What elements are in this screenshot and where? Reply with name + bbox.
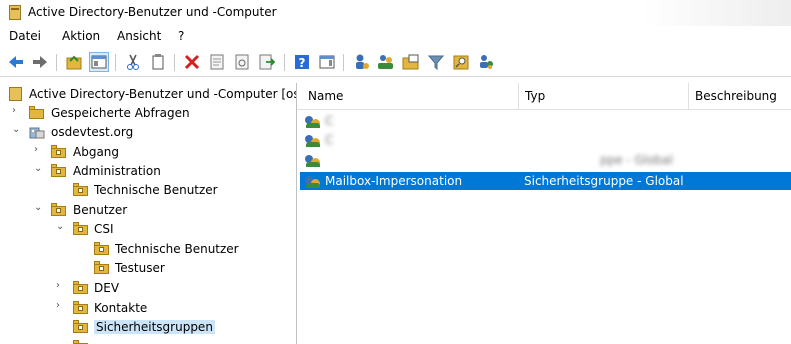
- chevron-right-icon[interactable]: ›: [56, 301, 64, 311]
- chevron-right-icon[interactable]: ›: [56, 281, 64, 291]
- ou-folder-icon: [73, 320, 88, 333]
- chevron-right-icon[interactable]: ›: [34, 145, 42, 155]
- result-list[interactable]: Name Typ Beschreibung C C ppe - Global M…: [298, 83, 791, 344]
- tree-item-technische-benutzer[interactable]: Technische Benutzer: [0, 181, 296, 200]
- chevron-right-icon[interactable]: ›: [12, 106, 20, 116]
- tree-item-label: DEV: [94, 281, 120, 295]
- chevron-down-icon[interactable]: ⌄: [12, 125, 20, 135]
- tree-item-abgang[interactable]: › Abgang: [0, 143, 296, 162]
- new-user-icon[interactable]: [351, 52, 371, 72]
- list-item[interactable]: C: [300, 131, 791, 149]
- ou-folder-icon: [73, 301, 88, 314]
- folder-icon: [29, 106, 44, 119]
- group-icon: [305, 153, 321, 167]
- tree-item-kontakte[interactable]: › Kontakte: [0, 299, 296, 318]
- tree-item-sicherheitsgruppen[interactable]: Sicherheitsgruppen: [0, 318, 296, 337]
- tree-item-label: osdevtest.org: [51, 125, 134, 139]
- tree-item-label: Benutzer: [73, 203, 128, 217]
- list-item-name: Mailbox-Impersonation: [325, 174, 463, 188]
- tree-item-csi[interactable]: ⌄ CSI: [0, 220, 296, 239]
- tree-item-testuser[interactable]: Testuser: [0, 259, 296, 278]
- window-title: Active Directory-Benutzer und -Computer: [28, 5, 277, 19]
- chevron-down-icon[interactable]: ⌄: [34, 164, 42, 174]
- ou-folder-icon: [94, 261, 109, 274]
- tree-item-domain[interactable]: ⌄ osdevtest.org: [0, 123, 296, 142]
- menu-aktion[interactable]: Aktion: [62, 29, 100, 43]
- tree-item-label: Gespeicherte Abfragen: [51, 106, 190, 120]
- tree-item-label: Administration: [73, 164, 161, 178]
- new-ou-icon[interactable]: [401, 52, 421, 72]
- tree-item-benutzer[interactable]: ⌄ Benutzer: [0, 201, 296, 220]
- tree-item-dev[interactable]: › DEV: [0, 279, 296, 298]
- up-icon[interactable]: [64, 52, 84, 72]
- menu-bar: Datei Aktion Ansicht ?: [0, 26, 791, 46]
- new-group-icon[interactable]: [376, 52, 396, 72]
- chevron-down-icon[interactable]: ⌄: [56, 222, 64, 232]
- ou-folder-icon: [73, 281, 88, 294]
- menu-help[interactable]: ?: [178, 29, 184, 43]
- tree-item-partial[interactable]: [0, 338, 296, 344]
- back-icon[interactable]: [6, 52, 26, 72]
- chevron-down-icon[interactable]: ⌄: [34, 203, 42, 213]
- show-action-pane-icon[interactable]: [317, 52, 337, 72]
- filter-icon[interactable]: [426, 52, 446, 72]
- export-list-icon[interactable]: [257, 52, 277, 72]
- tree-item-gespeicherte-abfragen[interactable]: › Gespeicherte Abfragen: [0, 104, 296, 123]
- tree-item-label: Technische Benutzer: [94, 183, 218, 197]
- tree-item-label: Technische Benutzer: [115, 242, 239, 256]
- tree-root[interactable]: Active Directory-Benutzer und -Computer …: [0, 85, 296, 104]
- copy-icon[interactable]: [148, 52, 168, 72]
- group-icon: [305, 133, 321, 147]
- title-bar: Active Directory-Benutzer und -Computer: [0, 0, 791, 26]
- aduc-root-icon: [9, 87, 22, 101]
- tree-item-label: Active Directory-Benutzer und -Computer …: [29, 87, 297, 101]
- list-header: Name Typ Beschreibung: [298, 83, 791, 110]
- tree-item-label: Sicherheitsgruppen: [94, 320, 215, 334]
- list-item-selected[interactable]: Mailbox-Impersonation Sicherheitsgruppe …: [300, 172, 791, 190]
- cut-icon[interactable]: [123, 52, 143, 72]
- group-icon: [305, 174, 321, 188]
- ou-folder-icon: [94, 242, 109, 255]
- svg-text:?: ?: [299, 56, 306, 70]
- ou-folder-icon: [51, 145, 66, 158]
- list-item-type: Sicherheitsgruppe - Global: [524, 174, 684, 188]
- menu-ansicht[interactable]: Ansicht: [117, 29, 161, 43]
- ou-folder-icon: [73, 183, 88, 196]
- ou-folder-icon: [73, 222, 88, 235]
- add-to-group-icon[interactable]: [476, 52, 496, 72]
- menu-datei[interactable]: Datei: [9, 29, 41, 43]
- list-item-type: ppe - Global: [600, 153, 673, 167]
- show-hide-console-tree-icon[interactable]: [89, 52, 109, 72]
- forward-icon[interactable]: [30, 52, 50, 72]
- tree-item-label: Kontakte: [94, 301, 148, 315]
- console-tree[interactable]: Active Directory-Benutzer und -Computer …: [0, 83, 297, 344]
- column-header-name[interactable]: Name: [308, 89, 343, 103]
- list-item[interactable]: C: [300, 112, 791, 130]
- delete-icon[interactable]: [182, 52, 202, 72]
- list-item[interactable]: ppe - Global: [300, 151, 791, 169]
- tree-item-label: CSI: [94, 222, 114, 236]
- list-item-name: C: [325, 133, 334, 147]
- tree-item-administration[interactable]: ⌄ Administration: [0, 162, 296, 181]
- refresh-icon[interactable]: [232, 52, 252, 72]
- find-icon[interactable]: [451, 52, 471, 72]
- app-icon: [9, 5, 21, 20]
- column-header-typ[interactable]: Typ: [525, 89, 545, 103]
- tree-item-csi-technische-benutzer[interactable]: Technische Benutzer: [0, 240, 296, 259]
- column-header-beschreibung[interactable]: Beschreibung: [695, 89, 777, 103]
- ou-folder-icon: [51, 203, 66, 216]
- tree-item-label: Testuser: [115, 261, 165, 275]
- ou-folder-icon: [73, 340, 88, 344]
- group-icon: [305, 114, 321, 128]
- tree-item-label: Abgang: [73, 145, 120, 159]
- help-icon[interactable]: ?: [292, 52, 312, 72]
- ou-folder-icon: [51, 164, 66, 177]
- list-item-name: C: [325, 114, 334, 128]
- toolbar: ?: [0, 48, 791, 77]
- properties-icon[interactable]: [207, 52, 227, 72]
- domain-icon: [29, 125, 45, 139]
